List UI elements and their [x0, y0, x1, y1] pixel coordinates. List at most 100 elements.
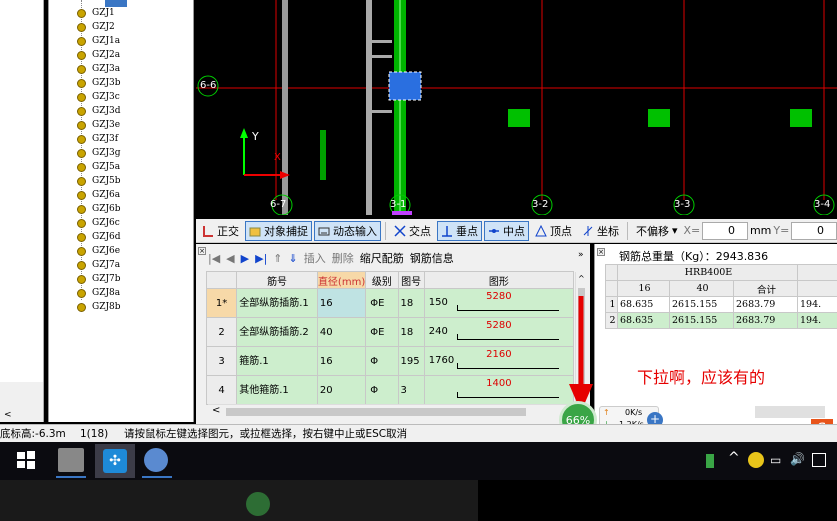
- offset-select[interactable]: 不偏移 ▾: [632, 221, 682, 241]
- tree-item[interactable]: GZJ3e: [77, 118, 120, 132]
- rebar-info-button[interactable]: 钢筋信息: [410, 250, 454, 266]
- tree-item[interactable]: GZJ7b: [77, 272, 121, 286]
- scroll-left-icon[interactable]: <: [212, 405, 220, 416]
- file-explorer-icon[interactable]: [58, 448, 84, 472]
- tray-app-icon[interactable]: [748, 452, 764, 468]
- shape-cell[interactable]: 1760 2160: [423, 346, 575, 376]
- tree-item[interactable]: GZJ8a: [77, 286, 120, 300]
- col-header-figure-no[interactable]: 图号: [397, 271, 425, 289]
- y-coordinate-input[interactable]: 0: [791, 221, 837, 240]
- bar-name-cell[interactable]: 其他箍筋.1: [236, 375, 318, 405]
- figure-no-cell[interactable]: 195: [397, 346, 425, 376]
- col-header-shape[interactable]: 图形: [423, 271, 575, 289]
- tree-item[interactable]: GZJ3c: [77, 90, 120, 104]
- drawing-canvas[interactable]: 6-6 6-7 3-1 3-2 3-3 3-4 Y X: [196, 0, 837, 215]
- table-row[interactable]: 1 68.635 2615.155 2683.79 194.: [605, 296, 837, 313]
- tree-item[interactable]: GZJ1: [77, 6, 115, 20]
- grade-cell[interactable]: Φ: [365, 375, 399, 405]
- coordinate-button[interactable]: 坐标: [578, 221, 623, 241]
- bar-name-cell[interactable]: 全部纵筋插筋.1: [236, 288, 318, 318]
- tree-item[interactable]: GZJ3g: [77, 146, 121, 160]
- panel-collapse-icon[interactable]: »: [578, 250, 584, 260]
- tree-item[interactable]: GZJ6d: [77, 230, 121, 244]
- scroll-thumb-h[interactable]: [226, 408, 526, 416]
- scroll-up-icon[interactable]: ^: [578, 274, 585, 283]
- next-record-icon[interactable]: ▶: [241, 252, 249, 265]
- scale-rebar-button[interactable]: 缩尺配筋: [360, 250, 404, 266]
- move-down-icon[interactable]: ⇓: [289, 252, 298, 265]
- bar-name-cell[interactable]: 全部纵筋插筋.2: [236, 317, 318, 347]
- weight-16-cell[interactable]: 68.635: [617, 296, 670, 313]
- weight-total-cell[interactable]: 2683.79: [733, 312, 798, 329]
- app-icon[interactable]: [144, 448, 168, 472]
- tree-item[interactable]: GZJ3b: [77, 76, 121, 90]
- prev-record-icon[interactable]: ◀: [226, 252, 234, 265]
- weight-total-cell[interactable]: 2683.79: [733, 296, 798, 313]
- grade-cell[interactable]: Φ: [365, 346, 399, 376]
- tree-item[interactable]: GZJ3d: [77, 104, 121, 118]
- weight-40-cell[interactable]: 2615.155: [669, 312, 734, 329]
- shape-cell[interactable]: 1400: [423, 375, 575, 405]
- tree-item[interactable]: GZJ2a: [77, 48, 120, 62]
- close-icon[interactable]: ×: [597, 248, 605, 256]
- table-row[interactable]: 2 全部纵筋插筋.2 40 ΦE 18 240 5280: [205, 317, 575, 347]
- vertex-button[interactable]: 顶点: [531, 221, 576, 241]
- row-number[interactable]: 1*: [205, 288, 238, 318]
- diameter-cell[interactable]: 20: [316, 375, 367, 405]
- row-number[interactable]: 2: [205, 317, 238, 347]
- row-number[interactable]: 4: [205, 375, 238, 405]
- snap-button[interactable]: 对象捕捉: [245, 220, 312, 241]
- table-row[interactable]: 1* 全部纵筋插筋.1 16 ΦE 18 150 5280: [205, 288, 575, 318]
- tree-item[interactable]: GZJ8b: [77, 300, 121, 314]
- tree-item[interactable]: GZJ7a: [77, 258, 120, 272]
- tree-item[interactable]: GZJ5a: [77, 160, 120, 174]
- tree-item[interactable]: GZJ6c: [77, 216, 120, 230]
- right-scroll-thumb[interactable]: [755, 406, 825, 418]
- last-record-icon[interactable]: ▶|: [255, 252, 267, 265]
- taskbar-app-active[interactable]: ✣: [95, 444, 135, 478]
- ortho-button[interactable]: 正交: [198, 221, 243, 241]
- volume-icon[interactable]: 🔊: [790, 452, 805, 466]
- tree-item[interactable]: GZJ6b: [77, 202, 121, 216]
- weight-extra-cell[interactable]: 194.: [797, 296, 837, 313]
- grade-cell[interactable]: ΦE: [365, 288, 399, 318]
- intersect-button[interactable]: 交点: [390, 221, 435, 241]
- insert-button[interactable]: 插入: [304, 250, 326, 266]
- shape-cell[interactable]: 240 5280: [423, 317, 575, 347]
- canvas-svg[interactable]: [196, 0, 837, 215]
- figure-no-cell[interactable]: 18: [397, 288, 425, 318]
- weight-extra-cell[interactable]: 194.: [797, 312, 837, 329]
- scroll-left-arrow[interactable]: <: [4, 410, 12, 420]
- perpendicular-button[interactable]: 垂点: [436, 220, 482, 241]
- notification-icon[interactable]: [812, 453, 826, 467]
- diameter-cell[interactable]: 40: [316, 317, 367, 347]
- tree-item[interactable]: GZJ6a: [77, 188, 120, 202]
- horizontal-scrollbar[interactable]: <: [208, 404, 588, 418]
- dynamic-input-button[interactable]: 动态输入: [314, 220, 381, 241]
- move-up-icon[interactable]: ⇑: [273, 252, 282, 265]
- midpoint-button[interactable]: 中点: [483, 220, 529, 241]
- network-icon[interactable]: ▭: [770, 453, 781, 467]
- row-number[interactable]: 3: [205, 346, 238, 376]
- table-row[interactable]: 3 箍筋.1 16 Φ 195 1760 2160: [205, 346, 575, 376]
- first-record-icon[interactable]: |◀: [208, 252, 220, 265]
- shape-cell[interactable]: 150 5280: [423, 288, 575, 318]
- x-coordinate-input[interactable]: 0: [702, 221, 748, 240]
- battery-icon[interactable]: [706, 454, 714, 468]
- grade-cell[interactable]: ΦE: [365, 317, 399, 347]
- figure-no-cell[interactable]: 18: [397, 317, 425, 347]
- diameter-cell[interactable]: 16: [316, 288, 367, 318]
- weight-16-cell[interactable]: 68.635: [617, 312, 670, 329]
- bar-name-cell[interactable]: 箍筋.1: [236, 346, 318, 376]
- table-row[interactable]: 2 68.635 2615.155 2683.79 194.: [605, 312, 837, 329]
- tree-item[interactable]: GZJ3a: [77, 62, 120, 76]
- windows-start-icon[interactable]: [16, 450, 36, 470]
- tree-item[interactable]: GZJ1a: [77, 34, 120, 48]
- delete-button[interactable]: 删除: [332, 250, 354, 266]
- tree-item[interactable]: GZJ3f: [77, 132, 118, 146]
- col-header-grade[interactable]: 级别: [365, 271, 399, 289]
- tree-item[interactable]: GZJ5b: [77, 174, 121, 188]
- tree-item[interactable]: GZJ2: [77, 20, 115, 34]
- chevron-up-icon[interactable]: ^: [728, 450, 740, 466]
- left-panel-scroll[interactable]: <: [0, 382, 44, 422]
